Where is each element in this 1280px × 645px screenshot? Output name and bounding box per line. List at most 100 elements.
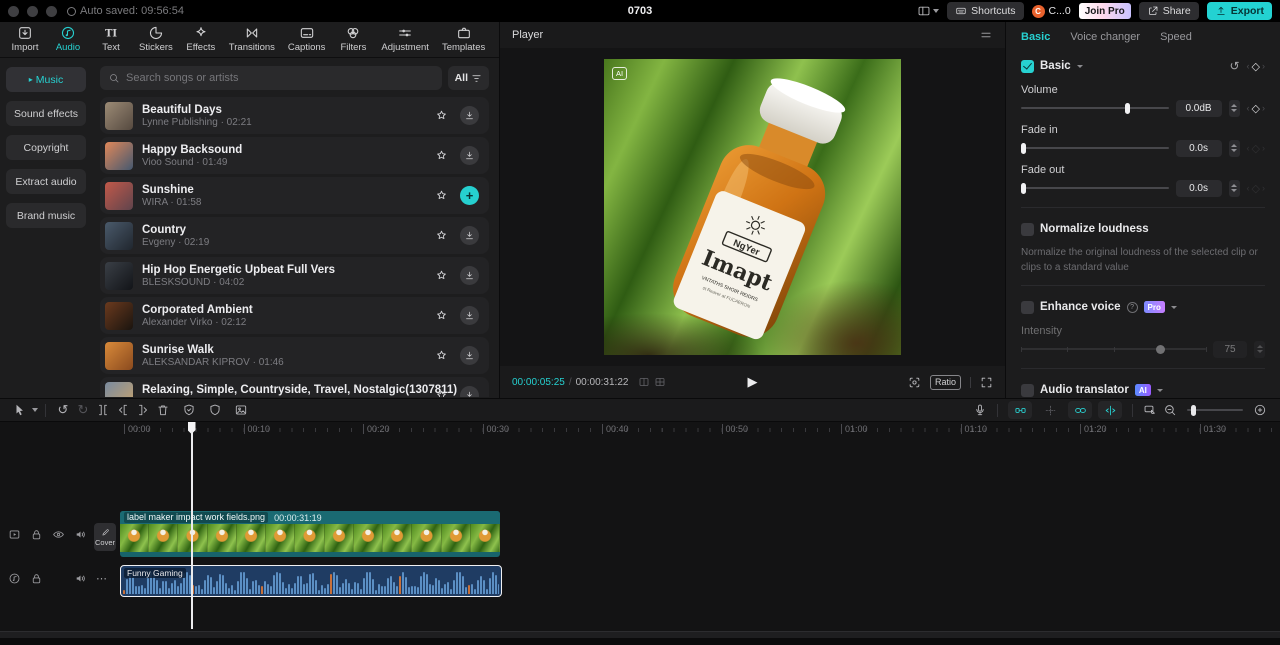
search-input[interactable]: Search songs or artists — [100, 66, 442, 90]
favorite-button[interactable] — [432, 346, 451, 365]
download-button[interactable] — [460, 306, 479, 325]
window-controls[interactable] — [8, 5, 57, 17]
audio-translator-checkbox[interactable] — [1021, 383, 1034, 397]
music-list-item[interactable]: Sunrise Walk ALEKSANDAR KIPROV · 01:46 + — [100, 337, 489, 374]
music-list-item[interactable]: Beautiful Days Lynne Publishing · 02:21 … — [100, 97, 489, 134]
favorite-button[interactable] — [432, 106, 451, 125]
module-tab[interactable]: Import — [10, 25, 40, 53]
collapse-caret-icon[interactable] — [1076, 64, 1083, 68]
timeline-zoom-slider[interactable] — [1187, 404, 1243, 416]
music-list-item[interactable]: Happy Backsound Vioo Sound · 01:49 + — [100, 137, 489, 174]
module-tab[interactable]: Templates — [442, 25, 485, 53]
download-button[interactable] — [460, 146, 479, 165]
layout-toggle-b-icon[interactable] — [654, 376, 666, 388]
fade-in-keyframe[interactable]: ‹ ◇ › — [1247, 142, 1265, 155]
layout-toggle-a-icon[interactable] — [638, 376, 650, 388]
reset-icon[interactable]: ↺ — [1229, 59, 1239, 73]
audio-clip[interactable]: Funny Gaming — [120, 565, 502, 597]
preview-quality-icon[interactable] — [908, 376, 921, 389]
download-button[interactable] — [460, 266, 479, 285]
normalize-checkbox[interactable] — [1021, 222, 1034, 236]
music-list-item[interactable]: Sunshine WIRA · 01:58 + — [100, 177, 489, 214]
favorite-button[interactable] — [432, 266, 451, 285]
mute-track-icon[interactable] — [74, 572, 87, 585]
delete-right-button[interactable] — [133, 400, 153, 420]
intensity-value[interactable]: 75 — [1213, 340, 1247, 358]
intensity-slider[interactable] — [1021, 343, 1207, 355]
music-list-item[interactable]: Corporated Ambient Alexander Virko · 02:… — [100, 297, 489, 334]
intensity-stepper[interactable] — [1254, 340, 1265, 358]
lock-icon[interactable] — [30, 572, 43, 585]
volume-slider[interactable] — [1021, 102, 1169, 114]
module-tab[interactable]: Stickers — [139, 25, 173, 53]
favorite-button[interactable] — [432, 146, 451, 165]
tab-speed[interactable]: Speed — [1160, 31, 1192, 43]
playhead[interactable] — [187, 422, 196, 629]
fade-out-keyframe[interactable]: ‹ ◇ › — [1247, 182, 1265, 195]
fade-in-stepper[interactable] — [1228, 139, 1240, 157]
close-window-icon[interactable] — [8, 5, 19, 17]
sidebar-item[interactable]: ▸ Copyright — [6, 135, 86, 160]
linking-toggle[interactable] — [1068, 401, 1092, 419]
timeline-settings-button[interactable] — [1140, 400, 1160, 420]
share-button[interactable]: Share — [1138, 2, 1199, 20]
module-tab[interactable]: Audio — [53, 25, 83, 53]
fade-out-value[interactable]: 0.0s — [1175, 179, 1222, 197]
player-menu-button[interactable] — [979, 28, 993, 42]
music-list-item[interactable]: Hip Hop Energetic Upbeat Full Vers BLESK… — [100, 257, 489, 294]
download-button[interactable] — [460, 386, 479, 397]
download-button[interactable] — [460, 346, 479, 365]
export-button[interactable]: Export — [1206, 2, 1272, 20]
horizontal-scrollbar[interactable] — [0, 631, 1280, 638]
track-more-icon[interactable]: ⋯ — [96, 572, 108, 585]
delete-left-button[interactable] — [113, 400, 133, 420]
module-tab[interactable]: Captions — [288, 25, 325, 53]
timeline-ruler[interactable]: 00:00 00:10 00:20 00:30 00:40 00:50 01:00 01:10… — [96, 422, 1280, 438]
zoom-window-icon[interactable] — [46, 5, 57, 17]
volume-value[interactable]: 0.0dB — [1175, 99, 1222, 117]
module-tab[interactable]: Filters — [338, 25, 368, 53]
download-button[interactable] — [460, 226, 479, 245]
zoom-out-button[interactable] — [1160, 400, 1180, 420]
select-tool-button[interactable] — [10, 400, 30, 420]
music-list-item[interactable]: Country Evgeny · 02:19 + — [100, 217, 489, 254]
module-tab[interactable]: Adjustment — [381, 25, 429, 53]
video-preview[interactable]: AI NgYer Imapt VNTATHS SHOIR REIDRS st R… — [604, 59, 901, 355]
favorite-button[interactable] — [432, 306, 451, 325]
help-icon[interactable]: ? — [1126, 301, 1138, 313]
redo-button[interactable]: ↻ — [73, 400, 93, 420]
minimize-window-icon[interactable] — [27, 5, 38, 17]
module-tab[interactable]: Transitions — [229, 25, 275, 53]
fade-out-stepper[interactable] — [1228, 179, 1240, 197]
zoom-in-button[interactable] — [1250, 400, 1270, 420]
collapse-caret-icon[interactable] — [1156, 388, 1163, 392]
mark-button[interactable] — [205, 400, 225, 420]
mute-track-icon[interactable] — [74, 528, 87, 541]
download-button[interactable] — [460, 106, 479, 125]
main-track-magnet-toggle[interactable] — [1008, 401, 1032, 419]
module-tab[interactable]: Effects — [186, 25, 216, 53]
music-list-item[interactable]: Relaxing, Simple, Countryside, Travel, N… — [100, 377, 489, 397]
keyframe-control[interactable]: ‹ ◇ › — [1247, 60, 1265, 73]
fade-in-value[interactable]: 0.0s — [1175, 139, 1222, 157]
fade-in-slider[interactable] — [1021, 142, 1169, 154]
undo-button[interactable]: ↺ — [53, 400, 73, 420]
join-pro-button[interactable]: Join Pro — [1078, 3, 1131, 19]
tab-basic[interactable]: Basic — [1021, 31, 1050, 43]
favorite-button[interactable] — [432, 186, 451, 205]
volume-keyframe[interactable]: ‹ ◇ › — [1247, 102, 1265, 115]
sidebar-item[interactable]: ▸ Sound effects — [6, 101, 86, 126]
cover-button[interactable]: Cover — [94, 523, 116, 551]
select-tool-dropdown[interactable] — [32, 408, 38, 412]
auto-snapping-toggle[interactable] — [1038, 401, 1062, 419]
freeze-frame-button[interactable] — [231, 400, 251, 420]
module-tab[interactable]: Text — [96, 25, 126, 53]
layout-panels-button[interactable] — [917, 4, 940, 18]
ratio-button[interactable]: Ratio — [929, 374, 961, 390]
play-button[interactable]: ▶ — [748, 374, 758, 390]
lock-icon[interactable] — [30, 528, 43, 541]
add-to-timeline-button[interactable]: + — [460, 186, 479, 205]
collapse-caret-icon[interactable] — [1170, 305, 1177, 309]
basic-checkbox[interactable] — [1021, 59, 1034, 73]
split-button[interactable] — [93, 400, 113, 420]
